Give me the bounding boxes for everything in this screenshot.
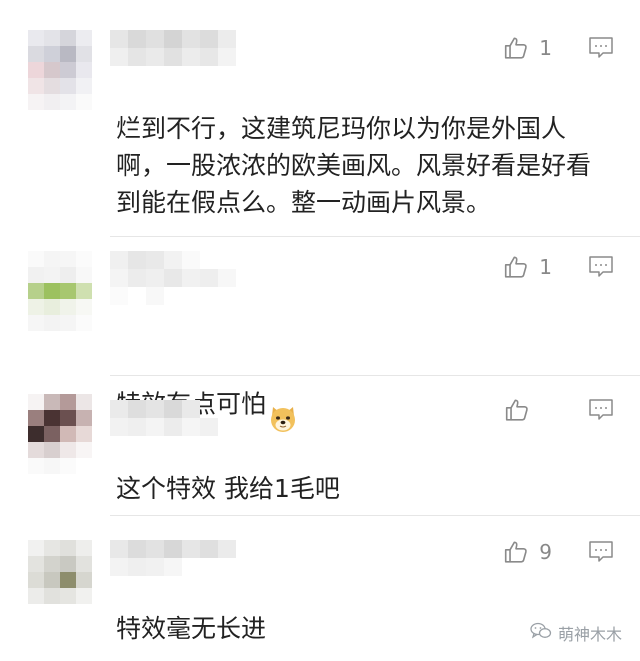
watermark: 萌神木木 <box>530 621 622 645</box>
username-blurred[interactable] <box>110 540 236 596</box>
username-blurred[interactable] <box>110 30 236 86</box>
watermark-text: 萌神木木 <box>557 625 622 644</box>
like-button[interactable]: 9 <box>503 539 552 565</box>
doge-emoji-icon <box>268 367 298 444</box>
divider <box>110 515 640 516</box>
divider <box>110 236 640 237</box>
username-blurred[interactable] <box>110 251 236 307</box>
avatar[interactable] <box>28 394 92 474</box>
thumbs-up-icon <box>503 35 529 61</box>
reply-button[interactable] <box>588 540 614 564</box>
thumbs-up-icon <box>504 397 530 423</box>
comment-actions <box>504 397 614 423</box>
like-count: 1 <box>539 255 552 279</box>
comment-actions: 9 <box>503 539 614 565</box>
comment-text: 特效毫无长进 <box>116 614 267 643</box>
avatar[interactable] <box>28 251 92 331</box>
like-count: 1 <box>539 36 552 60</box>
comment-actions: 1 <box>503 254 614 280</box>
avatar[interactable] <box>28 540 92 620</box>
username-blurred[interactable] <box>110 400 236 456</box>
wechat-icon <box>530 622 552 644</box>
reply-button[interactable] <box>588 36 614 60</box>
like-button[interactable]: 1 <box>503 35 552 61</box>
reply-button[interactable] <box>588 398 614 422</box>
thumbs-up-icon <box>503 254 529 280</box>
comment-text: 这个特效 我给1毛吧 <box>116 474 340 503</box>
like-button[interactable] <box>504 397 552 423</box>
avatar[interactable] <box>28 30 92 110</box>
comment-actions: 1 <box>503 35 614 61</box>
comment-text: 烂到不行，这建筑尼玛你以为你是外国人 啊，一股浓浓的欧美画风。风景好看是好看 到… <box>116 114 592 217</box>
thumbs-up-icon <box>503 539 529 565</box>
reply-button[interactable] <box>588 255 614 279</box>
divider <box>110 375 640 376</box>
like-count: 9 <box>539 540 552 564</box>
like-button[interactable]: 1 <box>503 254 552 280</box>
